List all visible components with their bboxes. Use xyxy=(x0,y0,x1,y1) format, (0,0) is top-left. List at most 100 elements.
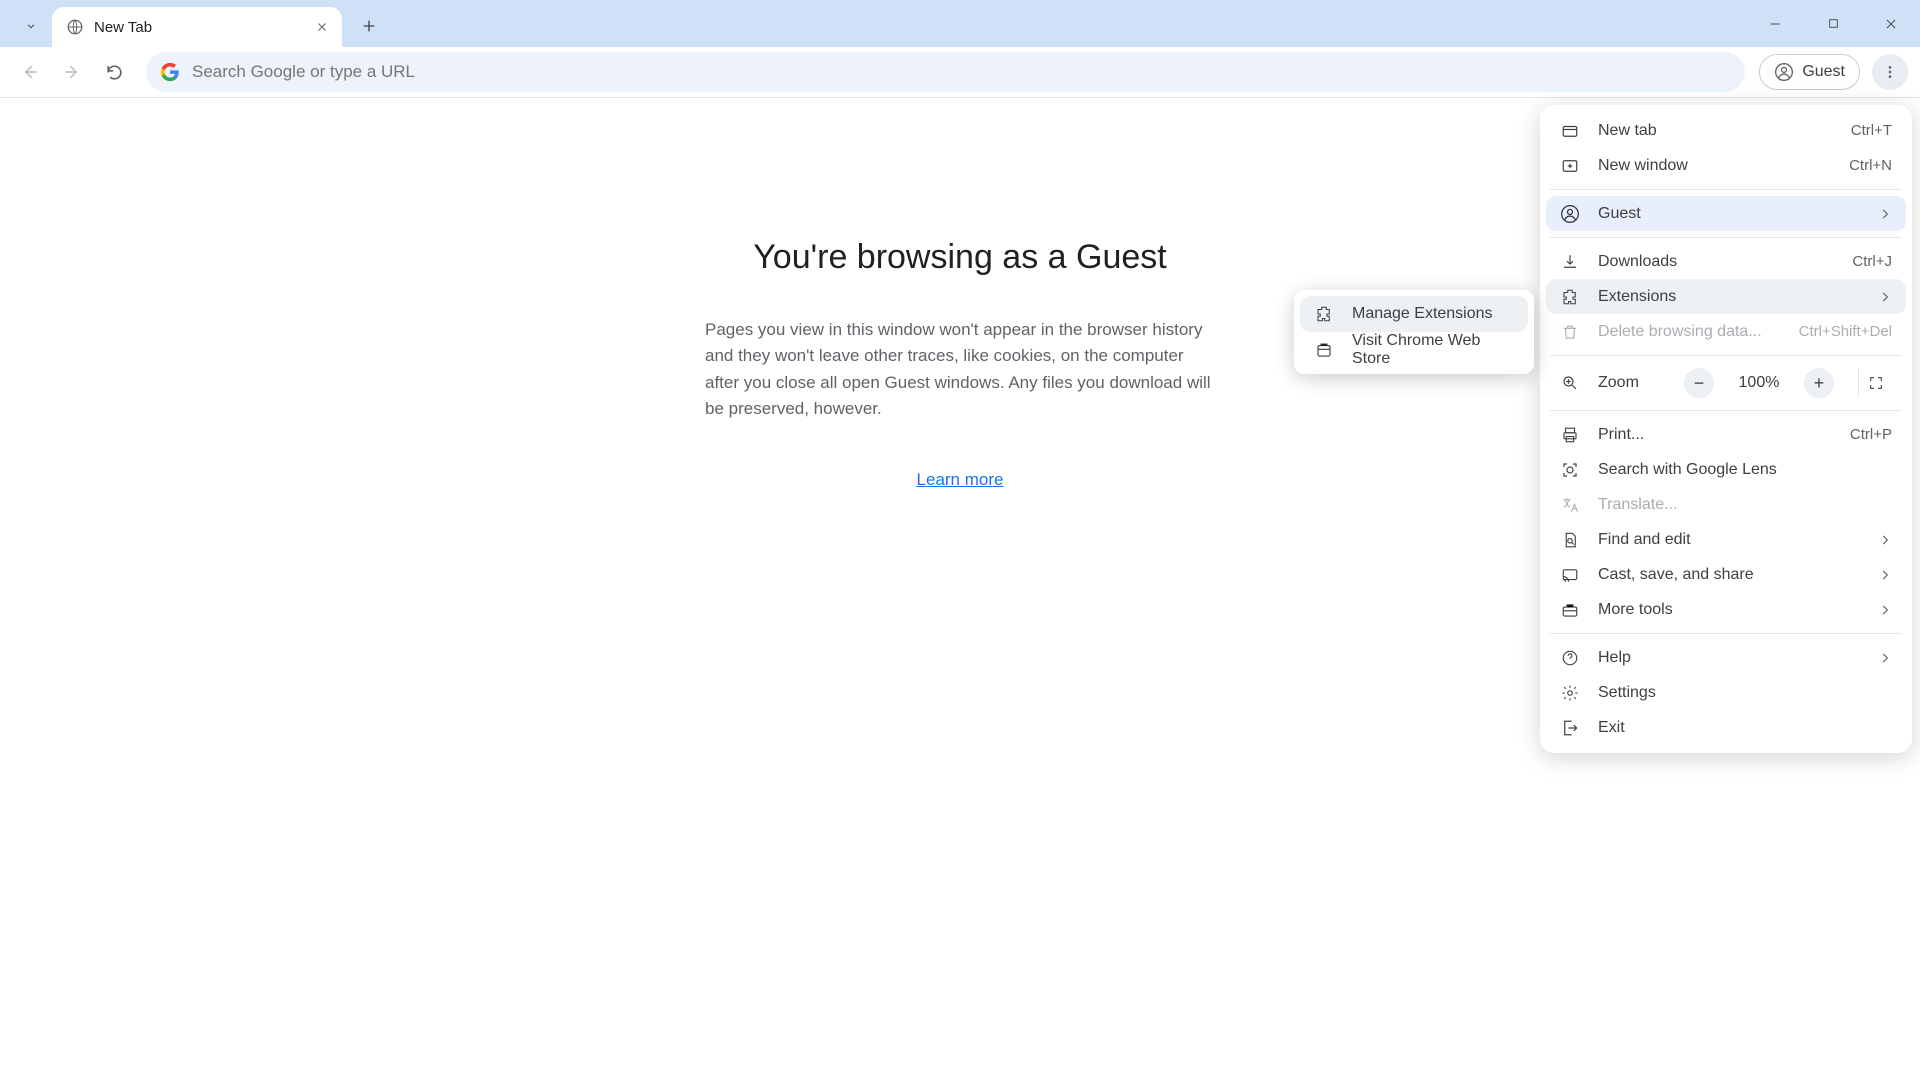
window-close-button[interactable] xyxy=(1862,0,1920,47)
menu-more-tools[interactable]: More tools xyxy=(1546,592,1906,627)
menu-delete-browsing-data: Delete browsing data... Ctrl+Shift+Del xyxy=(1546,314,1906,349)
print-icon xyxy=(1560,426,1580,444)
menu-zoom: Zoom − 100% + xyxy=(1546,362,1906,404)
submenu-item-label: Visit Chrome Web Store xyxy=(1352,332,1514,368)
menu-item-label: More tools xyxy=(1598,601,1860,619)
zoom-in-button[interactable]: + xyxy=(1804,368,1834,398)
menu-item-label: New tab xyxy=(1598,122,1833,140)
menu-item-shortcut: Ctrl+J xyxy=(1852,253,1892,270)
menu-item-label: Help xyxy=(1598,649,1860,667)
arrow-right-icon xyxy=(62,62,82,82)
menu-item-shortcut: Ctrl+Shift+Del xyxy=(1799,323,1892,340)
webstore-icon xyxy=(1314,341,1334,359)
arrow-left-icon xyxy=(20,62,40,82)
menu-separator xyxy=(1550,189,1902,190)
menu-downloads[interactable]: Downloads Ctrl+J xyxy=(1546,244,1906,279)
main-menu-button[interactable] xyxy=(1872,54,1908,90)
menu-print[interactable]: Print... Ctrl+P xyxy=(1546,417,1906,452)
menu-separator xyxy=(1550,410,1902,411)
menu-extensions[interactable]: Extensions xyxy=(1546,279,1906,314)
menu-item-shortcut: Ctrl+N xyxy=(1849,157,1892,174)
menu-help[interactable]: Help xyxy=(1546,640,1906,675)
trash-icon xyxy=(1560,323,1580,341)
fullscreen-icon xyxy=(1868,375,1884,391)
page-body-text: Pages you view in this window won't appe… xyxy=(705,317,1215,422)
omnibox[interactable] xyxy=(146,52,1745,92)
tab-close-button[interactable] xyxy=(312,17,332,37)
zoom-value: 100% xyxy=(1732,374,1786,392)
person-circle-icon xyxy=(1774,62,1794,82)
profile-button[interactable]: Guest xyxy=(1759,54,1860,90)
menu-item-shortcut: Ctrl+P xyxy=(1850,426,1892,443)
address-input[interactable] xyxy=(192,62,1731,82)
submenu-chrome-web-store[interactable]: Visit Chrome Web Store xyxy=(1300,332,1528,368)
close-icon xyxy=(316,21,328,33)
menu-cast-save-share[interactable]: Cast, save, and share xyxy=(1546,557,1906,592)
window-controls xyxy=(1746,0,1920,47)
menu-separator xyxy=(1550,633,1902,634)
menu-translate: Translate... xyxy=(1546,487,1906,522)
menu-settings[interactable]: Settings xyxy=(1546,675,1906,710)
reload-icon xyxy=(105,63,124,82)
learn-more-link[interactable]: Learn more xyxy=(917,470,1004,490)
menu-find-and-edit[interactable]: Find and edit xyxy=(1546,522,1906,557)
gear-icon xyxy=(1560,684,1580,702)
menu-item-label: Print... xyxy=(1598,426,1832,444)
menu-separator xyxy=(1550,355,1902,356)
help-icon xyxy=(1560,649,1580,667)
menu-separator xyxy=(1550,237,1902,238)
menu-item-label: Delete browsing data... xyxy=(1598,323,1781,341)
page-heading: You're browsing as a Guest xyxy=(753,238,1166,277)
chevron-right-icon xyxy=(1878,207,1892,221)
menu-item-label: Cast, save, and share xyxy=(1598,566,1860,584)
menu-new-tab[interactable]: New tab Ctrl+T xyxy=(1546,113,1906,148)
zoom-icon xyxy=(1560,374,1580,392)
exit-icon xyxy=(1560,719,1580,737)
menu-item-label: Guest xyxy=(1598,205,1860,223)
menu-exit[interactable]: Exit xyxy=(1546,710,1906,745)
cast-icon xyxy=(1560,566,1580,584)
google-g-icon xyxy=(160,62,180,82)
window-new-icon xyxy=(1560,157,1580,175)
chevron-right-icon xyxy=(1878,533,1892,547)
menu-guest[interactable]: Guest xyxy=(1546,196,1906,231)
menu-item-label: Translate... xyxy=(1598,496,1892,514)
window-maximize-button[interactable] xyxy=(1804,0,1862,47)
globe-icon xyxy=(66,18,84,36)
menu-item-shortcut: Ctrl+T xyxy=(1851,122,1892,139)
toolbar: Guest xyxy=(0,47,1920,98)
person-circle-icon xyxy=(1560,204,1580,224)
new-tab-button[interactable] xyxy=(352,9,386,43)
fullscreen-button[interactable] xyxy=(1858,368,1892,398)
menu-item-label: Extensions xyxy=(1598,288,1860,306)
menu-new-window[interactable]: New window Ctrl+N xyxy=(1546,148,1906,183)
chevron-down-icon xyxy=(24,19,38,33)
lens-icon xyxy=(1560,461,1580,479)
forward-button[interactable] xyxy=(54,54,90,90)
extensions-submenu: Manage Extensions Visit Chrome Web Store xyxy=(1294,290,1534,374)
minimize-icon xyxy=(1768,17,1782,31)
submenu-manage-extensions[interactable]: Manage Extensions xyxy=(1300,296,1528,332)
tab-search-button[interactable] xyxy=(14,9,48,43)
chevron-right-icon xyxy=(1878,651,1892,665)
zoom-out-button[interactable]: − xyxy=(1684,368,1714,398)
translate-icon xyxy=(1560,496,1580,514)
menu-item-label: Exit xyxy=(1598,719,1892,737)
extension-icon xyxy=(1314,305,1334,323)
profile-label: Guest xyxy=(1802,63,1845,81)
more-vert-icon xyxy=(1882,64,1898,80)
window-minimize-button[interactable] xyxy=(1746,0,1804,47)
menu-google-lens[interactable]: Search with Google Lens xyxy=(1546,452,1906,487)
download-icon xyxy=(1560,253,1580,271)
tab-title: New Tab xyxy=(94,19,302,36)
menu-item-label: Find and edit xyxy=(1598,531,1860,549)
reload-button[interactable] xyxy=(96,54,132,90)
chevron-right-icon xyxy=(1878,290,1892,304)
main-menu: New tab Ctrl+T New window Ctrl+N Guest D… xyxy=(1540,105,1912,753)
document-search-icon xyxy=(1560,531,1580,549)
extension-icon xyxy=(1560,288,1580,306)
close-icon xyxy=(1884,17,1898,31)
submenu-item-label: Manage Extensions xyxy=(1352,305,1514,323)
back-button[interactable] xyxy=(12,54,48,90)
browser-tab[interactable]: New Tab xyxy=(52,7,342,47)
